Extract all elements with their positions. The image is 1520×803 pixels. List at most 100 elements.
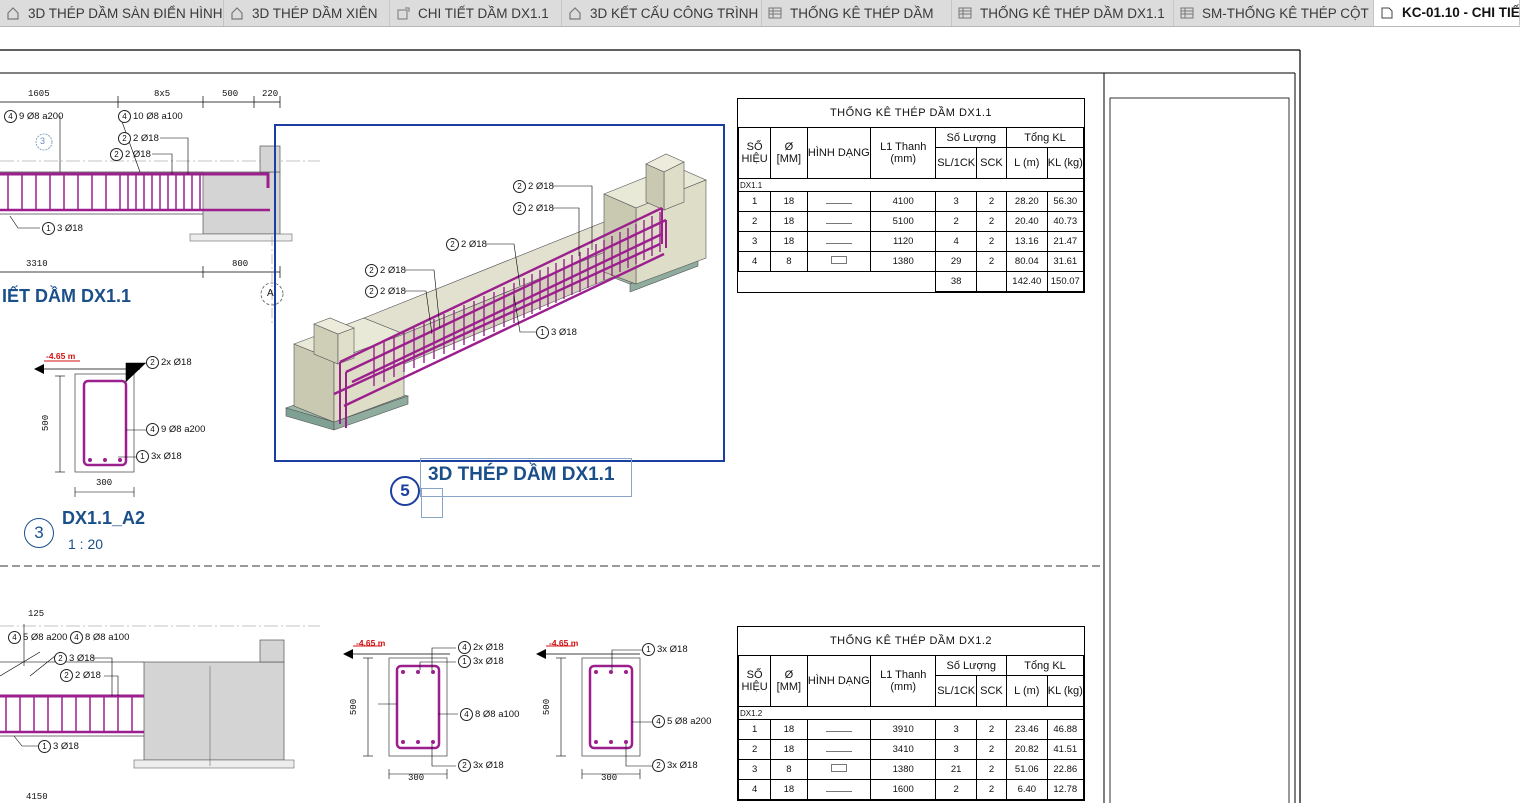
- col-kl: KL (kg): [1046, 147, 1085, 179]
- view-title-grip[interactable]: [421, 488, 443, 518]
- rebar-tag: 4 10 Ø8 a100: [118, 110, 183, 123]
- rebar-schedule-dx12[interactable]: THỐNG KÊ THÉP DẦM DX1.2 SỐ HIỆU Ø [MM] H…: [737, 626, 1085, 801]
- tab-label: KC-01.10 - CHI TIẾT: [1402, 5, 1520, 20]
- tab-label: THỐNG KÊ THÉP DẦM: [790, 5, 934, 21]
- bar-shape-icon: [825, 747, 852, 752]
- tab-label: 3D KẾT CẤU CÔNG TRÌNH: [590, 5, 759, 21]
- rebar-schedule-dx11[interactable]: THỐNG KÊ THÉP DẦM DX1.1 SỐ HIỆU Ø [MM] H…: [737, 98, 1085, 293]
- tab-thong-ke-thep-dam-dx11[interactable]: THỐNG KÊ THÉP DẦM DX1.1: [952, 0, 1174, 26]
- tab-label: 3D THÉP DẦM SÀN ĐIỂN HÌNH: [28, 5, 223, 21]
- dim-height: 500: [41, 414, 52, 432]
- tab-sm-thong-ke-thep-cot[interactable]: SM-THỐNG KÊ THÉP CỘT: [1174, 0, 1374, 26]
- stirrup-shape-icon: [830, 256, 847, 264]
- schedule-icon: [1180, 6, 1194, 20]
- bar-shape-icon: [825, 199, 852, 204]
- dim-3310: 3310: [26, 259, 48, 269]
- col-slck: SL/1CK: [935, 147, 977, 179]
- col-phi: Ø [MM]: [770, 655, 808, 707]
- detail-view-icon: [396, 6, 410, 20]
- section-a2-title[interactable]: DX1.1_A2: [62, 508, 145, 529]
- 3d-viewport[interactable]: [274, 124, 725, 462]
- dim-width: 300: [96, 478, 113, 488]
- level-label: -4.65 m: [46, 351, 76, 361]
- schedule-group: DX1.2: [738, 706, 1084, 720]
- 3d-view-title[interactable]: 3D THÉP DẦM DX1.1: [428, 464, 615, 486]
- tab-label: SM-THỐNG KÊ THÉP CỘT: [1202, 5, 1369, 21]
- schedule-group: DX1.1: [738, 178, 1084, 192]
- sheet-icon: [1380, 6, 1394, 20]
- section-a2-scale: 1 : 20: [68, 536, 104, 552]
- dim-125: 125: [28, 609, 45, 619]
- tab-3d-thep-dam-san[interactable]: 3D THÉP DẦM SÀN ĐIỂN HÌNH: [0, 0, 224, 26]
- dim-width: 300: [408, 773, 425, 783]
- rebar-tag: 23 Ø18: [54, 652, 95, 665]
- table-row[interactable]: 1 18 4100 3 2 28.20 56.30: [737, 191, 1085, 212]
- rebar-tag: 45 Ø8 a200: [8, 631, 67, 644]
- 3d-view-icon: [6, 6, 20, 20]
- level-label: -4.65 m: [549, 638, 579, 648]
- section-marker[interactable]: A: [267, 288, 274, 299]
- tab-chi-tiet-dam-dx11[interactable]: CHI TIẾT DẦM DX1.1: [390, 0, 562, 26]
- rebar-tag: 22 Ø18: [513, 180, 554, 193]
- tab-3d-ket-cau[interactable]: 3D KẾT CẤU CÔNG TRÌNH: [562, 0, 762, 26]
- tab-thong-ke-thep-dam[interactable]: THỐNG KÊ THÉP DẦM: [762, 0, 952, 26]
- drawing-sheet[interactable]: 1605 8x5 500 220 49 Ø8 a200 4 10 Ø8 a100 …: [0, 26, 1520, 803]
- dim-500: 500: [222, 89, 239, 99]
- rebar-tag: 4 2x Ø18: [458, 641, 504, 654]
- dim-1605: 1605: [28, 89, 50, 99]
- table-row[interactable]: 3 18 1120 4 2 13.16 21.47: [737, 231, 1085, 252]
- schedule-title: THỐNG KÊ THÉP DẦM DX1.2: [738, 627, 1084, 656]
- grid-bubble[interactable]: 3: [40, 136, 45, 146]
- dim-height: 500: [542, 698, 553, 716]
- tab-3d-thep-dam-xien[interactable]: 3D THÉP DẦM XIÊN: [224, 0, 390, 26]
- table-row[interactable]: 3 8 1380 21 2 51.06 22.86: [737, 759, 1085, 780]
- col-l1: L1 Thanh (mm): [869, 655, 937, 707]
- view-number-bubble[interactable]: 5: [390, 476, 420, 506]
- table-row[interactable]: 2 18 3410 3 2 20.82 41.51: [737, 739, 1085, 760]
- rebar-tag: 2 3x Ø18: [652, 759, 698, 772]
- top-detail-title[interactable]: IẾT DẦM DX1.1: [2, 286, 131, 307]
- 3d-view-icon: [568, 6, 582, 20]
- col-so-luong: Số Lượng: [935, 127, 1008, 148]
- view-tab-bar: 3D THÉP DẦM SÀN ĐIỂN HÌNH 3D THÉP DẦM XI…: [0, 0, 1520, 27]
- col-tong-kl: Tổng KL: [1006, 127, 1084, 148]
- schedule-icon: [958, 6, 972, 20]
- bar-shape-icon: [825, 727, 852, 732]
- tab-label: THỐNG KÊ THÉP DẦM DX1.1: [980, 5, 1165, 21]
- rebar-tag: 13 Ø18: [536, 326, 577, 339]
- total-row: 38 142.40 150.07: [738, 271, 1085, 292]
- table-row[interactable]: 2 18 5100 2 2 20.40 40.73: [737, 211, 1085, 232]
- bar-shape-icon: [825, 787, 852, 792]
- bar-shape-icon: [825, 239, 852, 244]
- rebar-tag: 48 Ø8 a100: [460, 708, 519, 721]
- tab-label: CHI TIẾT DẦM DX1.1: [418, 5, 549, 21]
- col-sck: SCK: [975, 675, 1008, 707]
- col-hinh-dang: HÌNH DẠNG: [806, 127, 871, 179]
- view-number-bubble: 3: [24, 518, 54, 548]
- table-row[interactable]: 4 8 1380 29 2 80.04 31.61: [737, 251, 1085, 272]
- dim-800: 800: [232, 259, 249, 269]
- rebar-tag: 22 Ø18: [118, 132, 159, 145]
- col-tong-kl: Tổng KL: [1006, 655, 1084, 676]
- section-b1-graphic: [343, 645, 458, 779]
- col-l: L (m): [1006, 675, 1048, 707]
- table-row[interactable]: 1 18 3910 3 2 23.46 46.88: [737, 719, 1085, 740]
- rebar-tag: 22 Ø18: [365, 285, 406, 298]
- rebar-tag: 13 Ø18: [42, 222, 83, 235]
- table-row[interactable]: 4 18 1600 2 2 6.40 12.78: [737, 779, 1085, 800]
- rebar-tag: 1 3x Ø18: [458, 655, 504, 668]
- dim-8x5: 8x5: [154, 89, 171, 99]
- dim-4150: 4150: [26, 792, 48, 802]
- rebar-tag: 22 Ø18: [446, 238, 487, 251]
- level-label: -4.65 m: [356, 638, 386, 648]
- col-l1: L1 Thanh (mm): [869, 127, 937, 179]
- col-sck: SCK: [975, 147, 1008, 179]
- tab-label: 3D THÉP DẦM XIÊN: [252, 5, 378, 21]
- tab-kc-01-10-chi-tiet[interactable]: KC-01.10 - CHI TIẾT: [1374, 0, 1520, 26]
- rebar-tag: 22 Ø18: [365, 264, 406, 277]
- rebar-tag: 48 Ø8 a100: [70, 631, 129, 644]
- col-so-luong: Số Lượng: [935, 655, 1008, 676]
- rebar-tag: 45 Ø8 a200: [652, 715, 711, 728]
- col-so-hieu: SỐ HIỆU: [737, 655, 772, 707]
- col-kl: KL (kg): [1046, 675, 1085, 707]
